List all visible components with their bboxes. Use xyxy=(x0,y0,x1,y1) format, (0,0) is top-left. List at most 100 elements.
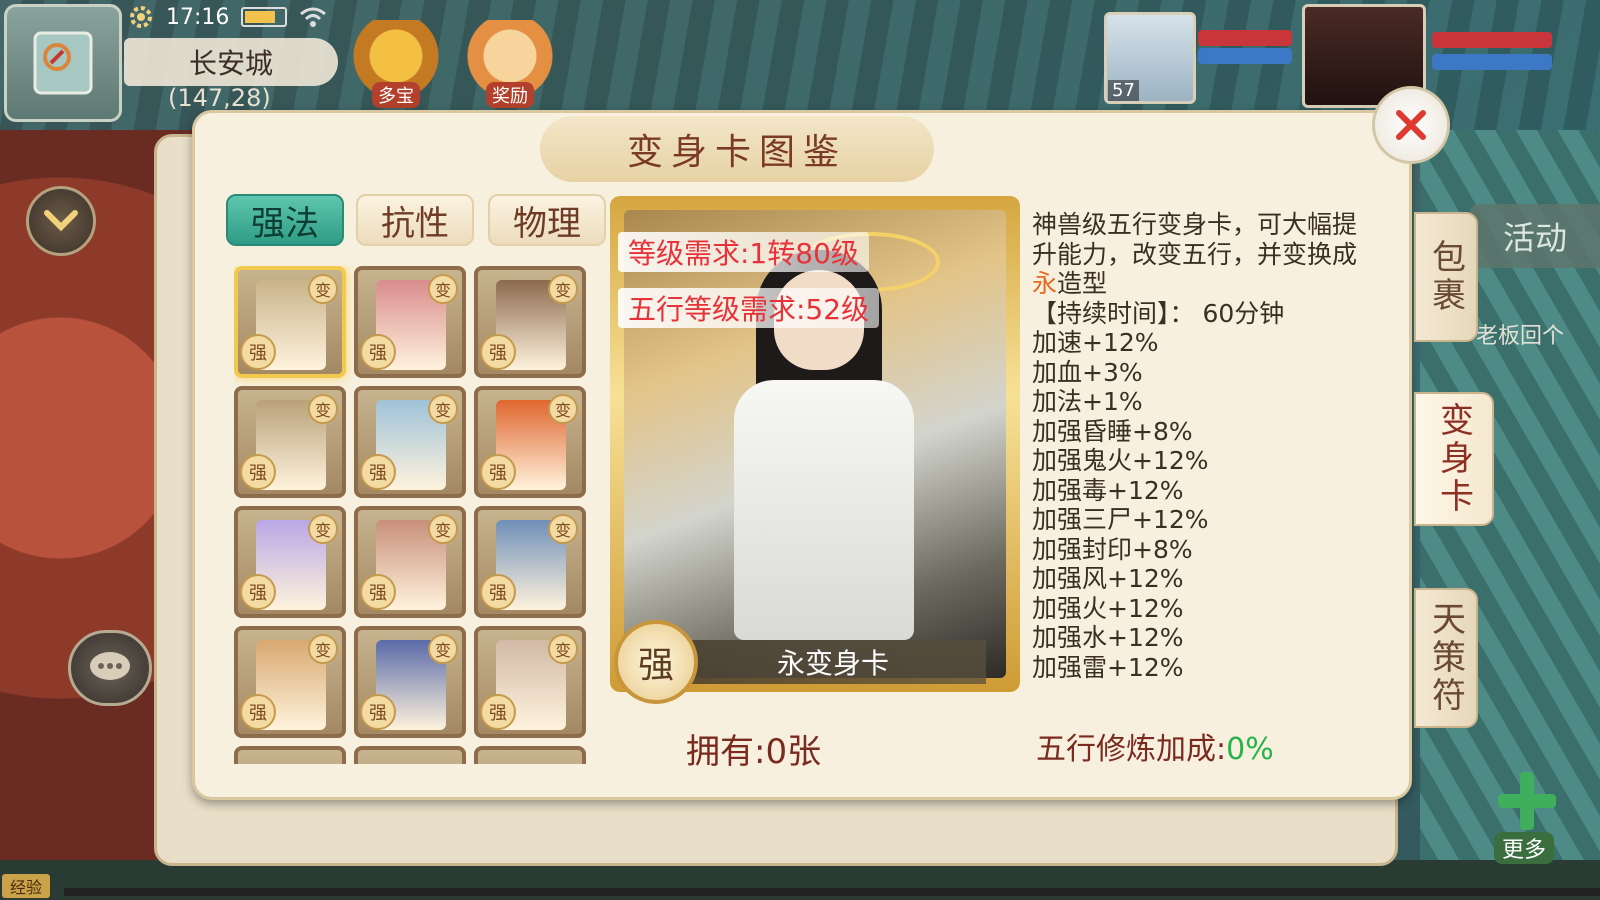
stat-line: 加强鬼火+12% xyxy=(1032,446,1209,475)
figure-robe-shape xyxy=(734,380,914,640)
transform-badge: 变 xyxy=(548,274,578,304)
stat-line: 加法+1% xyxy=(1032,387,1143,416)
duration-text: 【持续时间】： 60分钟 xyxy=(1032,298,1285,328)
transform-card-item[interactable]: 变强 xyxy=(234,266,346,378)
side-tab-talisman-label: 天策符 xyxy=(1425,601,1466,715)
transform-card-item[interactable]: 变强 xyxy=(354,266,466,378)
strength-badge: 强 xyxy=(614,620,698,704)
strength-badge-small: 强 xyxy=(360,334,396,370)
transform-card-item[interactable]: 变强 xyxy=(234,626,346,738)
panel-title-plate: 变身卡图鉴 xyxy=(540,116,934,182)
stat-line: 加强火+12% xyxy=(1032,593,1184,623)
transform-card-item[interactable]: 变强 xyxy=(234,506,346,618)
transform-card-item[interactable]: 变强 xyxy=(354,506,466,618)
transform-card-item[interactable] xyxy=(354,746,466,764)
transform-card-item[interactable]: 变强 xyxy=(354,386,466,498)
city-name: 长安城 xyxy=(188,47,273,80)
strength-badge-small: 强 xyxy=(240,694,276,730)
transform-card-item[interactable] xyxy=(234,746,346,764)
transform-card-item[interactable]: 变强 xyxy=(474,626,586,738)
side-tab-transform-card[interactable]: 变身卡 xyxy=(1414,392,1494,526)
side-tab-talisman[interactable]: 天策符 xyxy=(1414,588,1478,728)
transform-badge: 变 xyxy=(428,634,458,664)
strength-badge-small: 强 xyxy=(480,454,516,490)
player-hp-bar xyxy=(1432,32,1552,48)
transform-card-item[interactable]: 变强 xyxy=(234,386,346,498)
stat-line: 加强三尸+12% xyxy=(1032,505,1209,534)
stat-line: 加强毒+12% xyxy=(1032,475,1184,505)
status-bar: 17:16 xyxy=(128,2,327,32)
gear-icon[interactable] xyxy=(128,4,154,30)
side-tab-bag-label: 包裹 xyxy=(1425,239,1466,315)
strength-badge-small: 强 xyxy=(480,334,516,370)
plus-icon xyxy=(1498,772,1556,830)
panel-title: 变身卡图鉴 xyxy=(626,132,847,173)
wuxing-requirement: 五行等级需求:52级 xyxy=(618,288,880,328)
transform-card-item[interactable]: 变强 xyxy=(474,266,586,378)
level-requirement: 等级需求:1转80级 xyxy=(618,232,869,272)
transform-badge: 变 xyxy=(428,274,458,304)
chat-bubble-icon xyxy=(90,652,130,680)
clock-time: 17:16 xyxy=(166,4,230,30)
stat-line: 加速+12% xyxy=(1032,328,1159,357)
strength-badge-small: 强 xyxy=(360,454,396,490)
transform-badge: 变 xyxy=(308,514,338,544)
transform-card-item[interactable]: 变强 xyxy=(354,626,466,738)
card-description: 神兽级五行变身卡，可大幅提升能力，改变五行，并变换成永造型 【持续时间】： 60… xyxy=(1032,210,1377,696)
chevron-down-icon xyxy=(44,210,78,232)
treasure-shop-button[interactable]: 多宝 xyxy=(348,20,444,110)
tab-qiangfa-label: 强法 xyxy=(251,203,319,244)
pet-hp-bar xyxy=(1198,30,1292,46)
strength-badge-small: 强 xyxy=(360,694,396,730)
description-highlight: 永 xyxy=(1032,269,1058,298)
card-grid: 变强变强变强变强变强变强变强变强变强变强变强变强 xyxy=(234,266,594,764)
transform-badge: 变 xyxy=(548,514,578,544)
card-name-text: 永变身卡 xyxy=(776,647,889,680)
map-button[interactable] xyxy=(4,4,122,122)
tab-kangxing[interactable]: 抗性 xyxy=(356,194,474,246)
expand-toggle-button[interactable] xyxy=(26,186,96,256)
strength-badge-small: 强 xyxy=(240,574,276,610)
stat-line: 加强雷+12% xyxy=(1032,652,1184,682)
owned-count: 拥有:0张 xyxy=(686,732,822,772)
treasure-label: 多宝 xyxy=(372,82,420,108)
strength-badge-text: 强 xyxy=(637,645,674,686)
tab-wuli[interactable]: 物理 xyxy=(488,194,606,246)
activity-label: 活动 xyxy=(1502,219,1567,257)
strength-badge-small: 强 xyxy=(480,694,516,730)
strength-badge-small: 强 xyxy=(360,574,396,610)
transform-card-item[interactable]: 变强 xyxy=(474,506,586,618)
transform-badge: 变 xyxy=(308,274,338,304)
transform-badge: 变 xyxy=(308,394,338,424)
exp-bar xyxy=(64,888,1600,896)
transform-badge: 变 xyxy=(428,514,458,544)
wuxing-bonus: 五行修炼加成:0% xyxy=(1036,724,1274,768)
location-name[interactable]: 长安城 xyxy=(124,38,338,86)
card-name: 永变身卡 xyxy=(680,640,986,684)
battery-icon xyxy=(241,7,288,27)
description-text: 神兽级五行变身卡，可大幅提升能力，改变五行，并变换成永造型 xyxy=(1032,210,1377,299)
tab-wuli-label: 物理 xyxy=(513,203,581,244)
chat-button[interactable] xyxy=(68,630,152,706)
stat-list: 加速+12% 加血+3% 加法+1% 加强昏睡+8% 加强鬼火+12% 加强毒+12% 加强… xyxy=(1032,328,1377,682)
player-mp-bar xyxy=(1432,54,1552,70)
more-button[interactable]: 更多 xyxy=(1480,772,1576,868)
tab-qiangfa[interactable]: 强法 xyxy=(226,194,344,246)
pet-level: 57 xyxy=(1108,80,1139,101)
activity-button[interactable]: 活动 xyxy=(1470,204,1600,268)
stat-line: 加强昏睡+8% xyxy=(1032,416,1193,446)
side-tab-bag[interactable]: 包裹 xyxy=(1414,212,1478,342)
reward-button[interactable]: 奖励 xyxy=(462,20,558,110)
transform-badge: 变 xyxy=(548,394,578,424)
side-tab-card-label: 变身卡 xyxy=(1433,402,1474,516)
stat-line: 加强水+12% xyxy=(1032,623,1184,652)
close-button[interactable] xyxy=(1372,86,1450,164)
strength-badge-small: 强 xyxy=(240,454,276,490)
strength-badge-small: 强 xyxy=(240,334,276,370)
card-artwork xyxy=(624,210,1006,678)
transform-card-item[interactable]: 变强 xyxy=(474,386,586,498)
transform-card-item[interactable] xyxy=(474,746,586,764)
wifi-icon xyxy=(300,7,327,27)
transform-badge: 变 xyxy=(548,634,578,664)
description-part-1: 神兽级五行变身卡，可大幅提升能力，改变五行，并变换成 xyxy=(1032,210,1358,269)
